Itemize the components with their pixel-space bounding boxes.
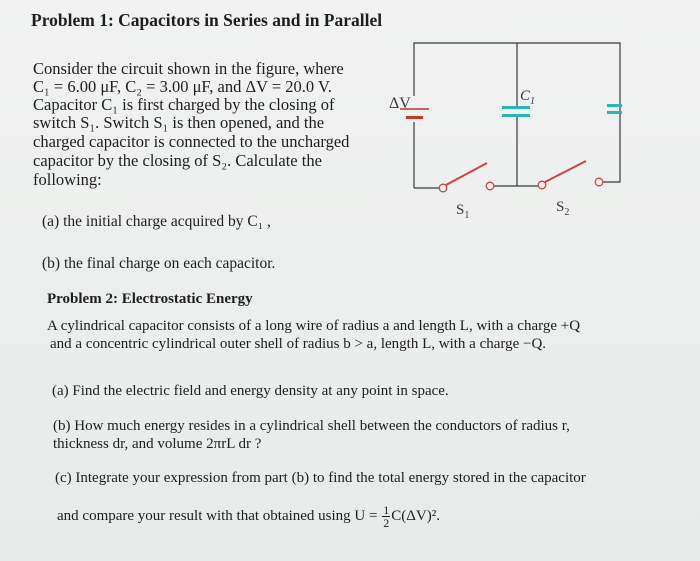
battery-short-plate <box>406 116 423 119</box>
c1-label: C1 <box>520 88 535 107</box>
fraction-denominator: 2 <box>383 516 390 530</box>
s1-pivot <box>438 183 448 193</box>
problem1-line: switch S₁. Switch S₁ is then opened, and… <box>33 113 325 132</box>
problem2-part-c-line1: (c) Integrate your expression from part … <box>55 470 586 486</box>
circuit-diagram: ΔV C1 C2 S1 S2 <box>389 42 622 221</box>
problem2-part-a: (a) Find the electric field and energy d… <box>52 383 449 399</box>
problem1-line: capacitor by the closing of S₂. Calculat… <box>33 151 322 170</box>
problem1-line: following: <box>33 170 102 189</box>
s1-blade[interactable] <box>445 162 488 186</box>
problem2-part-b-line1: (b) How much energy resides in a cylindr… <box>53 418 570 434</box>
s2-pivot <box>537 180 547 190</box>
s2-blade[interactable] <box>544 160 587 183</box>
c2-plate-top <box>607 104 622 107</box>
s1-label: S1 <box>456 202 469 221</box>
s1-contact <box>485 181 495 191</box>
c1-plate-top <box>502 106 530 109</box>
c1-plate-bottom <box>502 114 530 117</box>
problem1-title: Problem 1: Capacitors in Series and in P… <box>31 10 383 30</box>
problem1-part-a: (a) the initial charge acquired by C₁ , <box>42 213 271 230</box>
problem2-title: Problem 2: Electrostatic Energy <box>47 291 253 307</box>
problem1-part-b: (b) the final charge on each capacitor. <box>42 255 276 272</box>
problem2-part-c-line2: and compare your result with that obtain… <box>57 504 440 529</box>
part-c-suffix: C(ΔV)². <box>391 507 440 524</box>
problem2-intro-line1: A cylindrical capacitor consists of a lo… <box>47 318 581 334</box>
problem2-intro-line2: and a concentric cylindrical outer shell… <box>50 336 547 352</box>
problem2-part-b-line2: thickness dr, and volume 2πrL dr ? <box>53 436 262 452</box>
part-c-prefix: and compare your result with that obtain… <box>57 507 378 524</box>
battery-label: ΔV <box>389 95 411 112</box>
c2-plate-bottom <box>607 111 622 114</box>
fraction-one-half: 1 2 <box>382 504 391 530</box>
s2-contact <box>594 177 604 187</box>
s2-label: S2 <box>556 199 569 218</box>
problem1-line: charged capacitor is connected to the un… <box>33 132 350 151</box>
document-page: Problem 1: Capacitors in Series and in P… <box>0 0 700 561</box>
